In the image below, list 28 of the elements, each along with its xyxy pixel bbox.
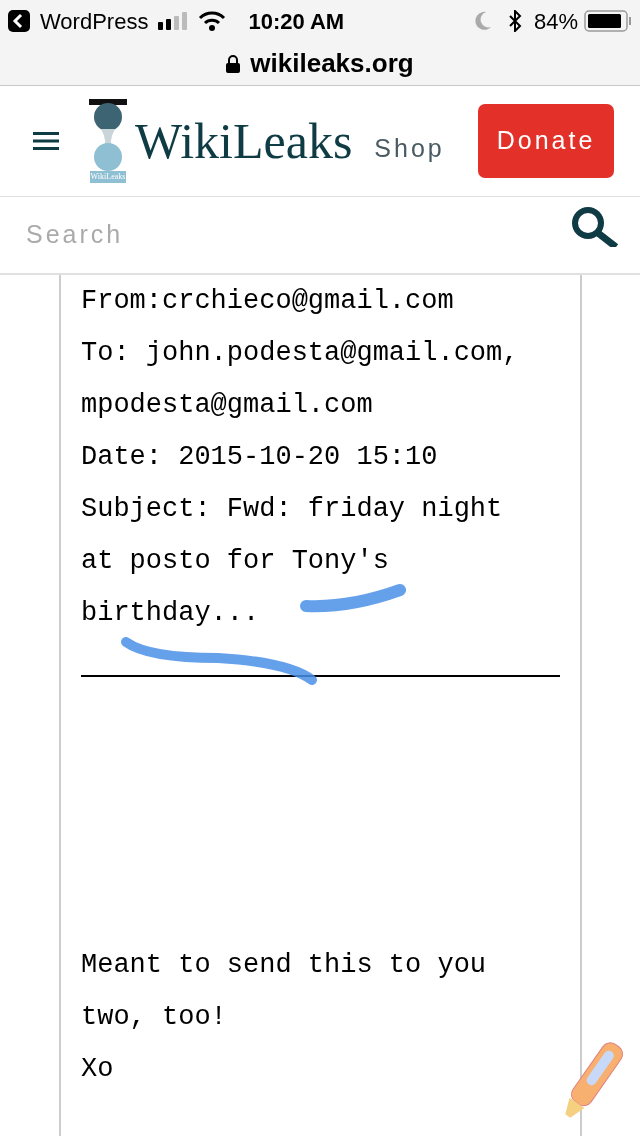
search-icon[interactable] — [570, 207, 620, 247]
email-body-line: two, too! — [81, 1001, 227, 1033]
email-header-line: mpodesta@gmail.com — [81, 389, 373, 421]
status-time: 10:20 AM — [248, 7, 345, 36]
menu-icon[interactable] — [33, 131, 59, 151]
hourglass-logo-drawing[interactable] — [89, 99, 127, 171]
email-header-line: Date: 2015-10-20 15:10 — [81, 441, 438, 473]
email-header-line: Subject: Fwd: friday night — [81, 493, 503, 525]
moon-icon — [473, 11, 492, 31]
site-name[interactable]: WikiLeaks — [135, 116, 353, 166]
donate-button[interactable]: Donate — [478, 104, 614, 178]
bluetooth-icon — [507, 10, 522, 32]
email-header-line: To: john.podesta@gmail.com, — [81, 337, 519, 369]
battery-icon — [584, 10, 632, 32]
email-header-line: From:crchieco@gmail.com — [81, 285, 454, 317]
wifi-icon — [198, 11, 227, 31]
logo-caption: WikiLeaks — [89, 171, 127, 183]
battery-percent: 84% — [533, 7, 578, 36]
shop-link[interactable]: Shop — [374, 130, 445, 168]
search-field[interactable]: Search — [26, 216, 570, 254]
back-app-label[interactable]: WordPress — [40, 4, 149, 38]
back-icon[interactable] — [8, 10, 30, 32]
url-field[interactable]: wikileaks.org — [250, 44, 414, 83]
lock-icon — [226, 54, 241, 73]
email-header-line: birthday... — [81, 597, 260, 629]
email-header-line: at posto for Tony's — [81, 545, 389, 577]
email-body-line: Xo — [81, 1053, 114, 1085]
email-body-line: Meant to send this to you — [81, 949, 487, 981]
